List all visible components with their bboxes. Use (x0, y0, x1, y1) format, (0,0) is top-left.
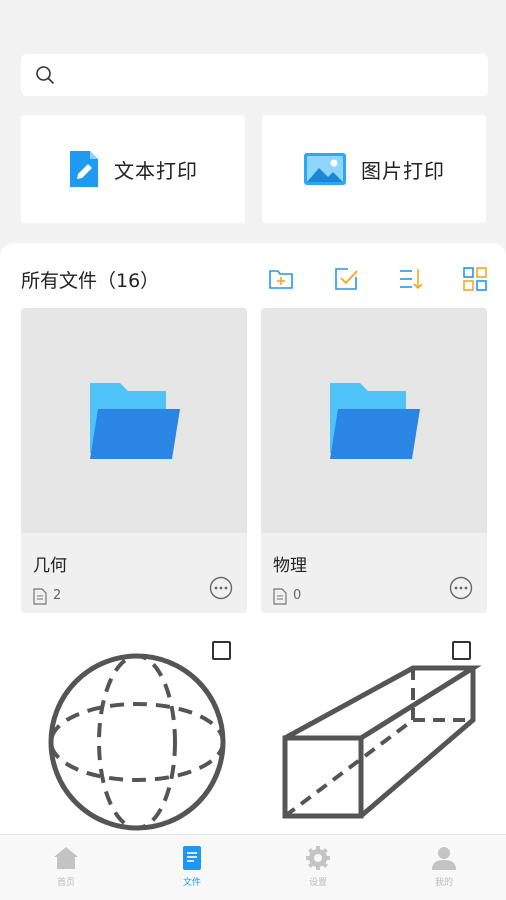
tab-label: 设置 (308, 878, 327, 888)
select-checkbox[interactable] (452, 641, 471, 660)
file-item-sphere[interactable] (21, 632, 247, 832)
folder-icon (330, 382, 420, 459)
tab-label: 首页 (56, 878, 75, 888)
tab-files[interactable]: 文件 (129, 845, 255, 895)
bottom-tab-bar: 首页 文件 设置 我的 (0, 834, 506, 900)
select-icon[interactable] (333, 266, 359, 292)
folder-name: 几何 (33, 556, 67, 576)
image-print-button[interactable]: 图片打印 (262, 115, 486, 223)
search-bar[interactable] (21, 54, 488, 96)
search-input[interactable] (63, 54, 478, 96)
folder-card-physics[interactable]: 物理 0 (261, 308, 487, 613)
tab-label: 我的 (434, 878, 453, 888)
settings-icon (306, 846, 330, 870)
sphere-icon (48, 653, 226, 831)
tab-label: 文件 (182, 878, 201, 888)
tab-profile[interactable]: 我的 (381, 845, 506, 895)
folder-thumbnail (21, 308, 247, 533)
profile-icon (432, 847, 456, 870)
file-item-cuboid[interactable] (261, 632, 487, 832)
cuboid-icon (282, 665, 482, 819)
folder-icon (90, 382, 180, 459)
tab-home[interactable]: 首页 (3, 845, 129, 895)
file-count-icon (33, 588, 47, 605)
folder-file-count: 0 (293, 588, 302, 603)
file-icon (183, 846, 201, 870)
select-checkbox[interactable] (212, 641, 231, 660)
text-print-button[interactable]: 文本打印 (21, 115, 245, 223)
home-icon (54, 847, 78, 869)
folder-name: 物理 (273, 556, 307, 576)
tab-settings[interactable]: 设置 (255, 845, 381, 895)
document-edit-icon (70, 151, 98, 187)
more-options-icon[interactable] (209, 576, 233, 600)
file-count-icon (273, 588, 287, 605)
grid-view-icon[interactable] (462, 266, 488, 292)
image-icon (304, 153, 346, 185)
text-print-label: 文本打印 (114, 158, 198, 183)
search-icon (36, 66, 54, 84)
image-print-label: 图片打印 (361, 158, 445, 183)
sort-icon[interactable] (398, 266, 424, 292)
files-title: 所有文件（16） (21, 270, 160, 292)
folder-card-geometry[interactable]: 几何 2 (21, 308, 247, 613)
more-options-icon[interactable] (449, 576, 473, 600)
folder-thumbnail (261, 308, 487, 533)
new-folder-icon[interactable] (268, 266, 294, 292)
folder-file-count: 2 (53, 588, 62, 603)
